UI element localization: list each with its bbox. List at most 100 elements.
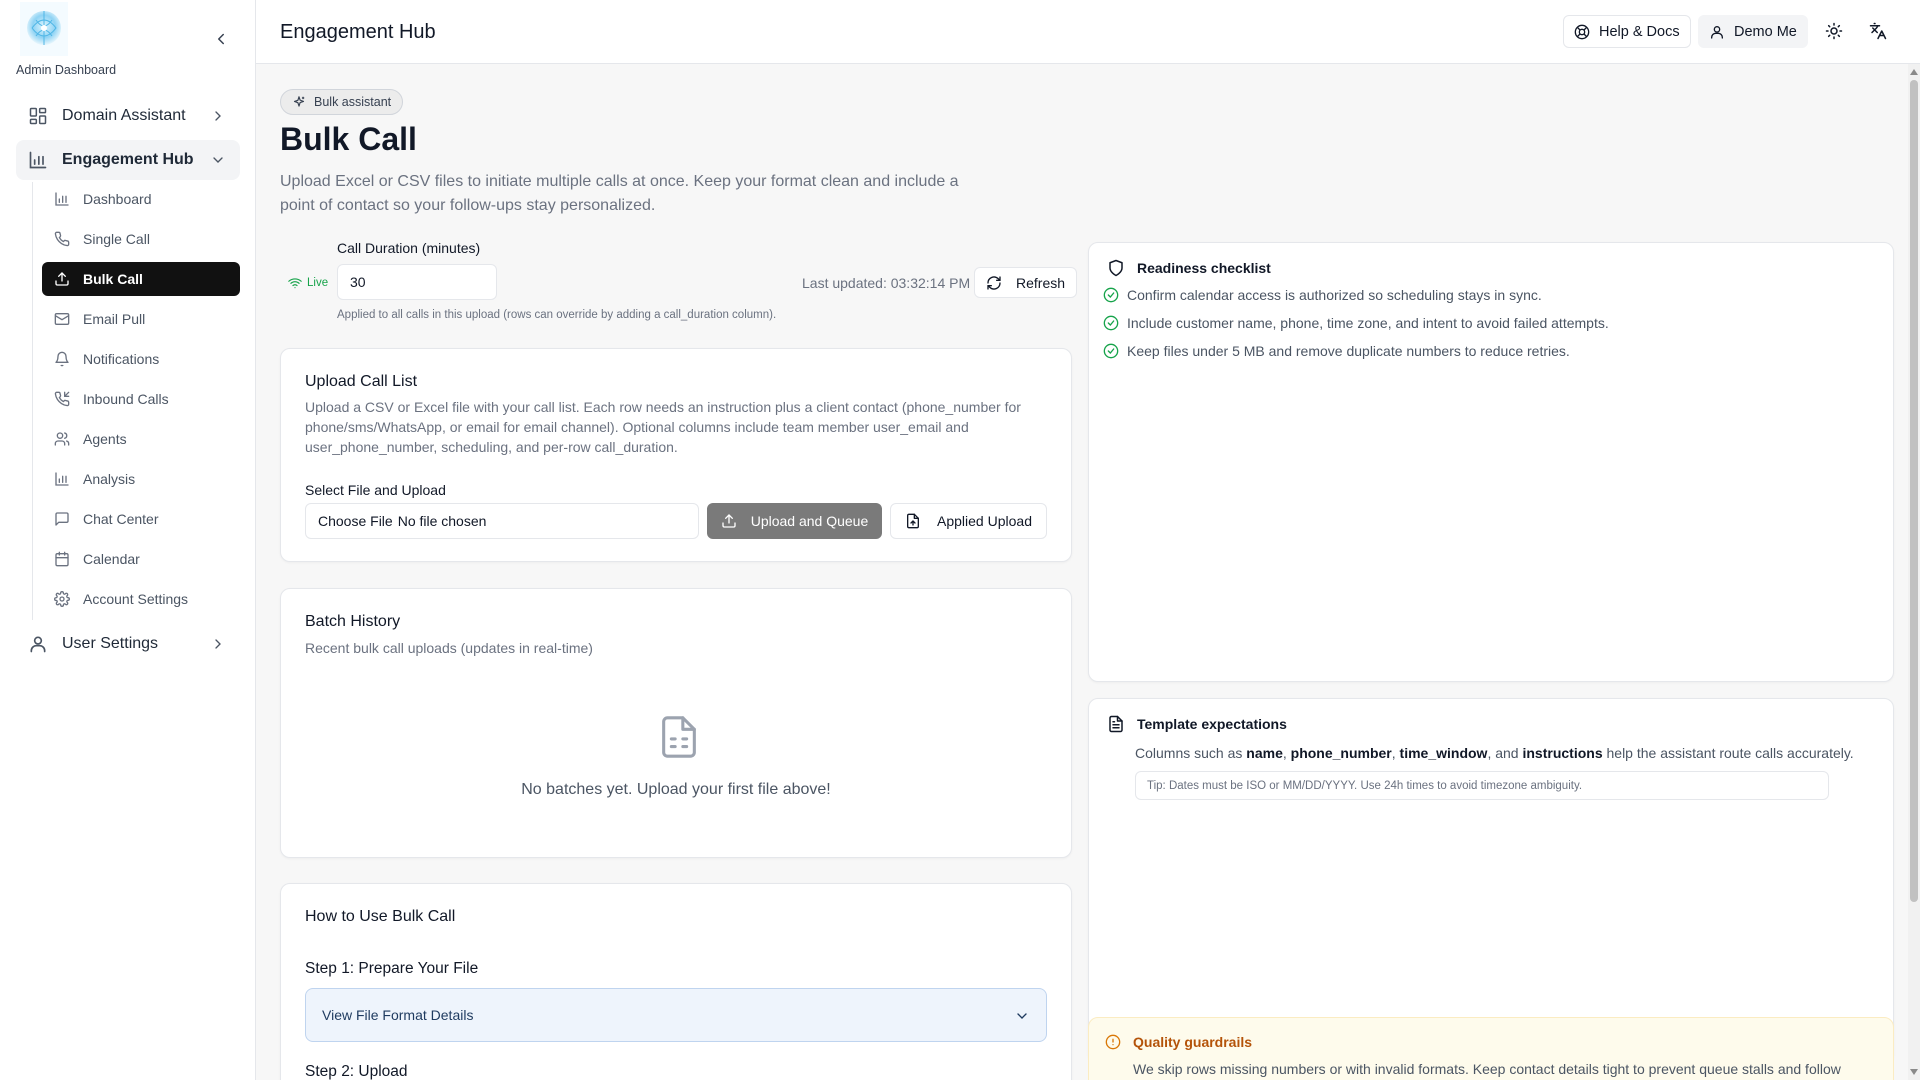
sidebar-item-agents[interactable]: Agents — [42, 422, 240, 456]
sidebar-item-label: Email Pull — [83, 311, 146, 327]
upload-queue-label: Upload and Queue — [750, 513, 869, 529]
sidebar: Admin Dashboard Domain Assistant Engagem… — [0, 0, 256, 1080]
sidebar-item-label: Notifications — [83, 351, 160, 367]
readiness-header: Readiness checklist — [1107, 259, 1271, 277]
check-circle-icon — [1103, 287, 1119, 303]
sidebar-item-label: Dashboard — [83, 191, 152, 207]
sidebar-item-account-settings[interactable]: Account Settings — [42, 582, 240, 616]
main-scrollbar[interactable] — [1908, 64, 1920, 1080]
user-icon — [28, 634, 48, 654]
brain-logo[interactable] — [20, 2, 68, 56]
sun-icon[interactable] — [1825, 22, 1843, 40]
readiness-title: Readiness checklist — [1137, 260, 1271, 276]
quality-text: We skip rows missing numbers or with inv… — [1133, 1061, 1841, 1077]
main-content: Bulk assistant Bulk Call Upload Excel or… — [256, 64, 1908, 1080]
how-to-title: How to Use Bulk Call — [305, 908, 456, 925]
batch-history-card: Batch History Recent bulk call uploads (… — [280, 588, 1072, 858]
upload-card-description: Upload a CSV or Excel file with your cal… — [305, 399, 1021, 455]
template-title: Template expectations — [1137, 716, 1287, 732]
sparkles-icon — [292, 95, 306, 109]
column-instructions: instructions — [1522, 745, 1603, 761]
sidebar-item-label: Bulk Call — [83, 271, 143, 287]
sidebar-item-label: Single Call — [83, 231, 150, 247]
bulk-assistant-badge: Bulk assistant — [280, 89, 404, 115]
file-spreadsheet-icon — [656, 712, 702, 762]
sidebar-item-label: Chat Center — [83, 511, 159, 527]
file-input[interactable]: Choose File No file chosen — [305, 503, 699, 539]
applied-upload-button[interactable]: Applied Upload — [890, 503, 1047, 539]
select-file-label: Select File and Upload — [305, 482, 446, 498]
file-status: No file chosen — [397, 513, 487, 529]
upload-and-queue-button[interactable]: Upload and Queue — [707, 503, 882, 539]
bar-chart-icon — [54, 471, 70, 487]
sidebar-item-label: Agents — [83, 431, 127, 447]
nav-user-settings[interactable]: User Settings — [16, 624, 240, 664]
bar-chart-icon — [28, 150, 48, 170]
users-icon — [54, 431, 70, 447]
template-separator: , — [1282, 745, 1287, 761]
template-separator: , and — [1487, 745, 1519, 761]
language-icon[interactable] — [1869, 22, 1887, 40]
engagement-hub-subnav: Dashboard Single Call Bulk Call Email Pu… — [32, 182, 240, 620]
bar-chart-icon — [54, 191, 70, 207]
scroll-thumb[interactable] — [1910, 80, 1918, 902]
collapse-sidebar-icon[interactable] — [212, 30, 230, 48]
applied-upload-label: Applied Upload — [937, 513, 1032, 529]
sidebar-item-calendar[interactable]: Calendar — [42, 542, 240, 576]
help-docs-button[interactable]: Help & Docs — [1563, 15, 1691, 48]
sidebar-item-analysis[interactable]: Analysis — [42, 462, 240, 496]
sidebar-item-email-pull[interactable]: Email Pull — [42, 302, 240, 336]
checklist-text: Keep files under 5 MB and remove duplica… — [1127, 343, 1570, 359]
column-name: name — [1246, 745, 1283, 761]
checklist-text: Include customer name, phone, time zone,… — [1127, 315, 1609, 331]
file-upload-icon — [905, 513, 921, 529]
call-duration-input[interactable] — [337, 264, 497, 300]
nav-label: Engagement Hub — [62, 151, 194, 168]
live-indicator: Live — [288, 276, 328, 290]
file-text-icon — [1107, 715, 1125, 733]
user-menu-button[interactable]: Demo Me — [1698, 15, 1808, 48]
batch-history-subtitle: Recent bulk call uploads (updates in rea… — [305, 640, 593, 656]
phone-incoming-icon — [54, 391, 70, 407]
nav-engagement-hub[interactable]: Engagement Hub — [16, 140, 240, 180]
refresh-label: Refresh — [1016, 274, 1066, 291]
template-separator: , — [1391, 745, 1396, 761]
nav-domain-assistant[interactable]: Domain Assistant — [16, 96, 240, 136]
top-header: Engagement Hub Help & Docs Demo Me — [256, 0, 1920, 64]
call-duration-note: Applied to all calls in this upload (row… — [337, 309, 777, 321]
sidebar-item-single-call[interactable]: Single Call — [42, 222, 240, 256]
user-icon — [1709, 24, 1725, 40]
checklist-text: Confirm calendar access is authorized so… — [1127, 287, 1542, 303]
sidebar-item-chat-center[interactable]: Chat Center — [42, 502, 240, 536]
help-label: Help & Docs — [1599, 23, 1680, 40]
chevron-right-icon — [210, 636, 226, 652]
sidebar-item-dashboard[interactable]: Dashboard — [42, 182, 240, 216]
sidebar-item-label: Inbound Calls — [83, 391, 169, 407]
choose-file-label: Choose File — [318, 513, 393, 529]
file-format-accordion[interactable]: View File Format Details — [305, 988, 1047, 1042]
checklist-item: Include customer name, phone, time zone,… — [1103, 315, 1609, 331]
how-to-card: How to Use Bulk Call Step 1: Prepare You… — [280, 883, 1072, 1080]
last-updated-text: Last updated: 03:32:14 PM — [802, 275, 971, 291]
checklist-item: Keep files under 5 MB and remove duplica… — [1103, 343, 1570, 359]
batch-empty-state: No batches yet. Upload your first file a… — [521, 781, 831, 798]
phone-icon — [54, 231, 70, 247]
refresh-button[interactable]: Refresh — [974, 267, 1078, 298]
sidebar-item-notifications[interactable]: Notifications — [42, 342, 240, 376]
scroll-down-arrow[interactable] — [1910, 1069, 1918, 1075]
nav-label: Domain Assistant — [62, 107, 186, 124]
sidebar-item-inbound-calls[interactable]: Inbound Calls — [42, 382, 240, 416]
column-time-window: time_window — [1399, 745, 1488, 761]
template-header: Template expectations — [1107, 715, 1287, 733]
bell-icon — [54, 351, 70, 367]
sidebar-item-bulk-call[interactable]: Bulk Call — [42, 262, 240, 296]
header-title: Engagement Hub — [280, 21, 436, 43]
template-expectations-card: Template expectations Columns such as na… — [1088, 698, 1894, 1064]
batch-history-title: Batch History — [305, 613, 401, 630]
message-square-icon — [54, 511, 70, 527]
upload-icon — [721, 513, 737, 529]
step-2-title: Step 2: Upload — [305, 1063, 408, 1080]
shield-icon — [1107, 259, 1125, 277]
scroll-up-arrow[interactable] — [1910, 69, 1918, 75]
chevron-down-icon — [210, 152, 226, 168]
